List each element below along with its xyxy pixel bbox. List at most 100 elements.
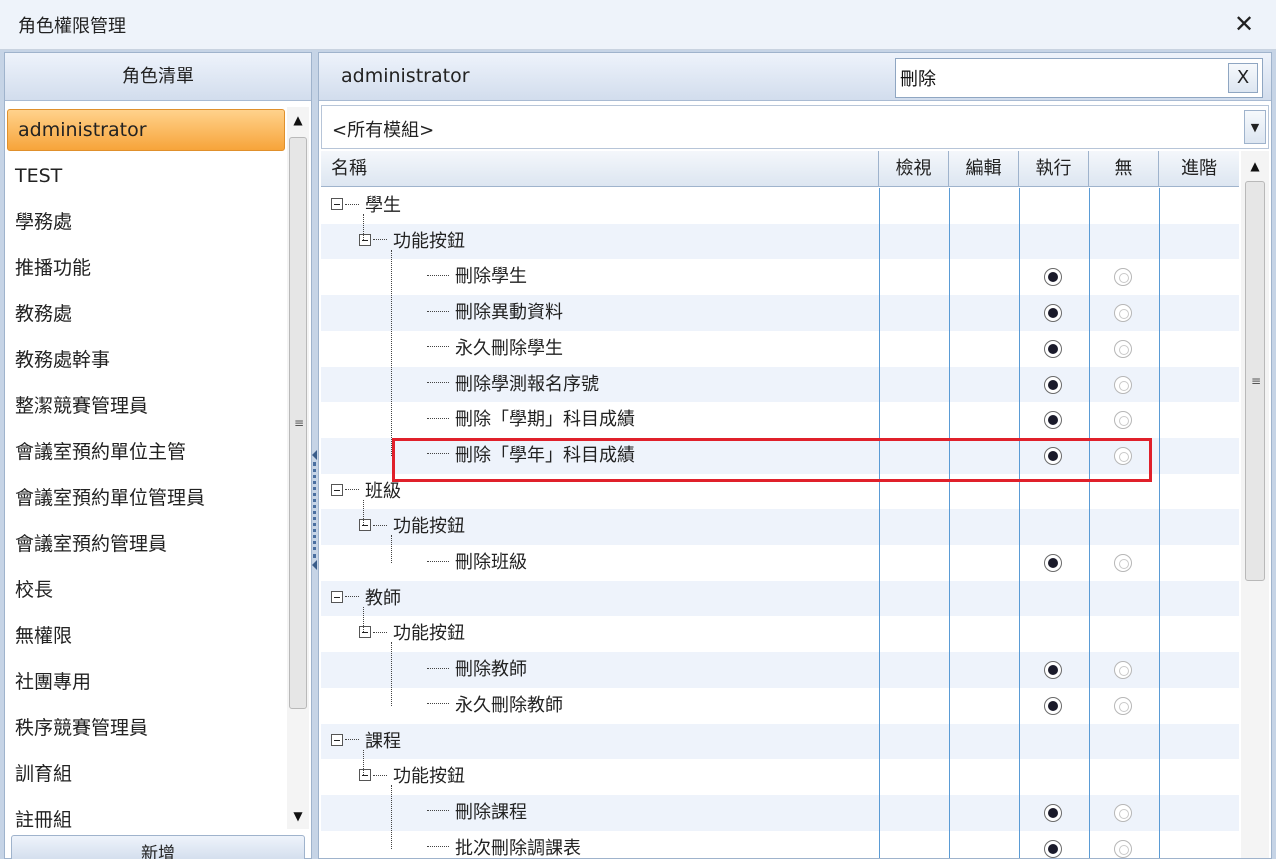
- grid-header: 名稱 檢視 編輯 執行 無 進階: [321, 151, 1239, 187]
- scroll-thumb[interactable]: ≡: [289, 137, 307, 709]
- none-radio[interactable]: [1114, 661, 1132, 680]
- column-execute[interactable]: 執行: [1019, 151, 1089, 187]
- column-name[interactable]: 名稱: [321, 151, 879, 187]
- execute-radio[interactable]: [1044, 839, 1062, 858]
- table-row[interactable]: 永久刪除學生: [321, 331, 1239, 367]
- grid-divider: [1159, 188, 1160, 858]
- new-role-button[interactable]: 新增: [11, 835, 305, 859]
- role-list-item[interactable]: 會議室預約管理員: [5, 521, 287, 567]
- table-row[interactable]: 教師: [321, 580, 1239, 617]
- role-list-item[interactable]: 會議室預約單位管理員: [5, 475, 287, 521]
- scroll-down-icon[interactable]: ▼: [287, 805, 309, 827]
- collapse-icon[interactable]: [331, 483, 343, 496]
- role-list-item[interactable]: 推播功能: [5, 245, 287, 291]
- scroll-thumb[interactable]: ≡: [1245, 181, 1265, 581]
- none-radio[interactable]: [1114, 839, 1132, 858]
- search-input[interactable]: [900, 63, 1220, 93]
- column-none[interactable]: 無: [1089, 151, 1159, 187]
- module-filter-select[interactable]: <所有模組> ▼: [321, 105, 1269, 149]
- collapse-icon[interactable]: [331, 590, 343, 603]
- role-list-item[interactable]: 會議室預約單位主管: [5, 429, 287, 475]
- role-list-item[interactable]: TEST: [5, 153, 287, 199]
- tree-connector: [363, 499, 364, 526]
- role-list-item[interactable]: 社團專用: [5, 659, 287, 705]
- role-list-item[interactable]: 秩序競賽管理員: [5, 705, 287, 751]
- tree-connector: [391, 642, 392, 706]
- table-row[interactable]: 批次刪除調課表: [321, 831, 1239, 858]
- table-row[interactable]: 功能按鈕: [321, 223, 1239, 260]
- role-list-item[interactable]: 校長: [5, 567, 287, 613]
- permission-label: 班級: [365, 480, 401, 502]
- grid-scrollbar[interactable]: ▲ ≡: [1241, 151, 1269, 858]
- none-radio[interactable]: [1114, 375, 1132, 394]
- none-radio[interactable]: [1114, 304, 1132, 323]
- execute-radio[interactable]: [1044, 696, 1062, 715]
- none-radio[interactable]: [1114, 411, 1132, 430]
- table-row[interactable]: 刪除班級: [321, 545, 1239, 581]
- collapse-left-icon[interactable]: [312, 450, 317, 460]
- column-edit[interactable]: 編輯: [949, 151, 1019, 187]
- role-list-item[interactable]: 教務處幹事: [5, 337, 287, 383]
- table-row[interactable]: 永久刪除教師: [321, 688, 1239, 724]
- chevron-down-icon[interactable]: ▼: [1244, 110, 1266, 144]
- execute-radio[interactable]: [1044, 661, 1062, 680]
- collapse-icon[interactable]: [359, 519, 371, 532]
- collapse-icon[interactable]: [359, 626, 371, 639]
- permission-label: 刪除班級: [455, 552, 527, 573]
- execute-radio[interactable]: [1044, 304, 1062, 323]
- execute-radio[interactable]: [1044, 268, 1062, 287]
- collapse-icon[interactable]: [331, 198, 343, 210]
- table-row[interactable]: 刪除課程: [321, 794, 1239, 831]
- collapse-icon[interactable]: [359, 769, 371, 782]
- table-row[interactable]: 課程: [321, 723, 1239, 760]
- clear-search-button[interactable]: X: [1228, 63, 1258, 93]
- collapse-left-icon-2[interactable]: [312, 560, 317, 570]
- tree-node: 刪除「學期」科目成績: [427, 402, 635, 438]
- role-list-item[interactable]: 整潔競賽管理員: [5, 383, 287, 429]
- role-list-item[interactable]: 學務處: [5, 199, 287, 245]
- column-advanced[interactable]: 進階: [1159, 151, 1239, 187]
- role-list-item[interactable]: administrator: [7, 109, 285, 151]
- table-row[interactable]: 刪除教師: [321, 652, 1239, 688]
- execute-radio[interactable]: [1044, 803, 1062, 822]
- table-row[interactable]: 刪除學生: [321, 259, 1239, 295]
- tree-connector: [345, 596, 359, 598]
- role-list-item[interactable]: 註冊組: [5, 797, 287, 829]
- role-list-item[interactable]: 無權限: [5, 613, 287, 659]
- grid-divider: [1089, 188, 1090, 858]
- table-row[interactable]: 刪除學測報名序號: [321, 366, 1239, 403]
- scroll-up-icon[interactable]: ▲: [1244, 155, 1266, 177]
- tree-connector: [391, 785, 392, 849]
- execute-radio[interactable]: [1044, 554, 1062, 572]
- table-row[interactable]: 功能按鈕: [321, 616, 1239, 652]
- table-row[interactable]: 刪除異動資料: [321, 295, 1239, 331]
- role-list-item[interactable]: 教務處: [5, 291, 287, 337]
- tree-node: 刪除教師: [427, 652, 527, 688]
- collapse-icon[interactable]: [359, 233, 371, 246]
- role-list-item[interactable]: 訓育組: [5, 751, 287, 797]
- tree-connector: [373, 774, 387, 776]
- selected-role-name: administrator: [341, 65, 470, 87]
- none-radio[interactable]: [1114, 554, 1132, 572]
- table-row[interactable]: 功能按鈕: [321, 509, 1239, 545]
- table-row[interactable]: 功能按鈕: [321, 759, 1239, 795]
- scroll-up-icon[interactable]: ▲: [287, 109, 309, 131]
- none-radio[interactable]: [1114, 803, 1132, 822]
- tree-connector: [427, 417, 449, 419]
- table-row[interactable]: 學生: [321, 188, 1239, 224]
- close-icon[interactable]: ✕: [1228, 8, 1260, 40]
- execute-radio[interactable]: [1044, 339, 1062, 358]
- none-radio[interactable]: [1114, 339, 1132, 358]
- permission-label: 刪除「學期」科目成績: [455, 409, 635, 431]
- collapse-icon[interactable]: [331, 733, 343, 746]
- table-row[interactable]: 刪除「學期」科目成績: [321, 402, 1239, 438]
- none-radio[interactable]: [1114, 268, 1132, 287]
- tree-node: 功能按鈕: [359, 616, 465, 652]
- none-radio[interactable]: [1114, 696, 1132, 715]
- grip-icon: ≡: [1250, 374, 1262, 388]
- execute-radio[interactable]: [1044, 375, 1062, 394]
- role-list-scrollbar[interactable]: ▲ ≡ ▼: [287, 107, 309, 829]
- execute-radio[interactable]: [1044, 411, 1062, 430]
- column-view[interactable]: 檢視: [879, 151, 949, 187]
- tree-connector: [427, 810, 449, 812]
